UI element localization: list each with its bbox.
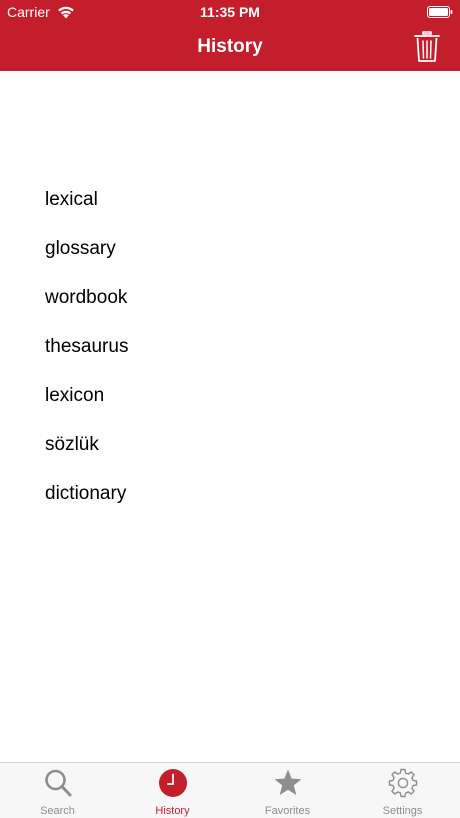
screen: Carrier 11:35 PM History lexical glossar… xyxy=(0,0,460,818)
gear-icon xyxy=(388,768,417,798)
navigation-bar: Carrier 11:35 PM History xyxy=(0,0,460,71)
tab-search[interactable]: Search xyxy=(0,763,115,818)
status-bar: Carrier 11:35 PM xyxy=(0,0,460,24)
battery-icon xyxy=(427,6,453,18)
tab-favorites[interactable]: Favorites xyxy=(230,763,345,818)
tab-label: Search xyxy=(40,805,75,817)
history-item[interactable]: lexical xyxy=(0,175,460,224)
star-icon xyxy=(274,769,301,795)
clock-icon xyxy=(158,769,187,797)
page-title: History xyxy=(197,36,263,57)
history-item[interactable]: dictionary xyxy=(0,469,460,518)
history-list: lexical glossary wordbook thesaurus lexi… xyxy=(0,175,460,518)
history-item[interactable]: wordbook xyxy=(0,273,460,322)
tab-bar: Search History Favorites Settings xyxy=(0,762,460,818)
tab-label: Favorites xyxy=(264,805,311,817)
history-item[interactable]: glossary xyxy=(0,224,460,273)
status-time: 11:35 PM xyxy=(200,4,260,20)
tab-label: Settings xyxy=(382,805,423,817)
search-icon xyxy=(44,769,71,797)
tab-label: History xyxy=(155,805,190,817)
tab-settings[interactable]: Settings xyxy=(345,763,460,818)
history-item[interactable]: sözlük xyxy=(0,420,460,469)
tab-history[interactable]: History xyxy=(115,763,230,818)
history-item[interactable]: lexicon xyxy=(0,371,460,420)
history-item[interactable]: thesaurus xyxy=(0,322,460,371)
trash-icon[interactable] xyxy=(414,31,440,63)
